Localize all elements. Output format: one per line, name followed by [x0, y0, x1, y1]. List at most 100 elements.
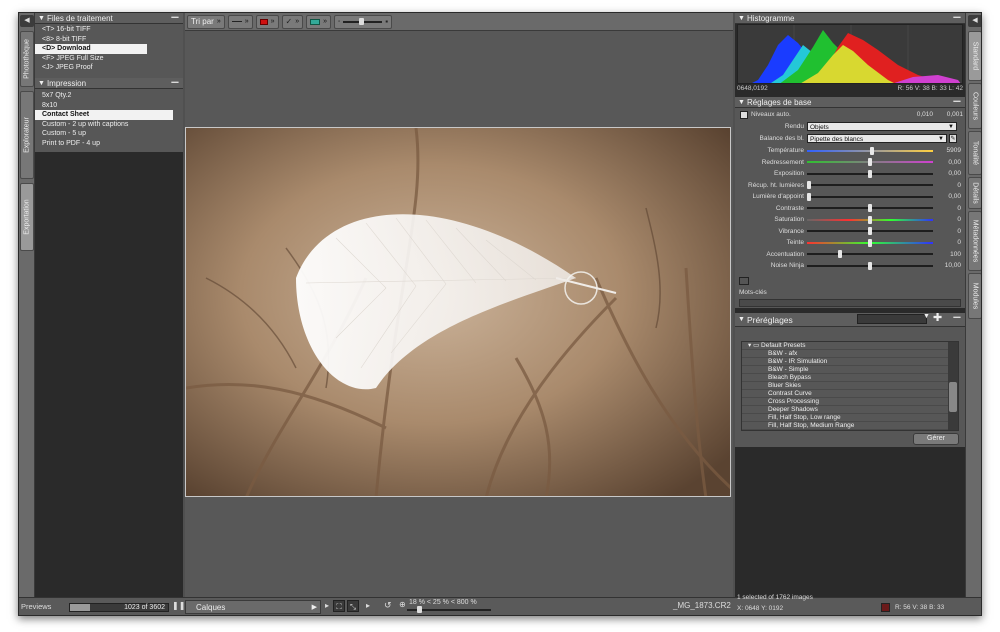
- thumb-slider-knob[interactable]: [358, 17, 364, 25]
- photo-feather[interactable]: [185, 127, 731, 497]
- film-progress-bar[interactable]: 1023 of 3602: [69, 603, 169, 612]
- tab-explorateur[interactable]: Explorateur: [20, 91, 34, 179]
- preset-item[interactable]: Cross Processing: [742, 398, 958, 406]
- print-item[interactable]: 8x10: [35, 101, 183, 111]
- slider-knob[interactable]: [868, 169, 872, 178]
- print-item[interactable]: Custom - 2 up with captions: [35, 120, 183, 130]
- slider-knob[interactable]: [837, 250, 842, 259]
- tab-phototheque[interactable]: Photothèque: [20, 31, 34, 87]
- rating-filter-button[interactable]: »: [227, 14, 253, 29]
- panel-close-icon[interactable]: ━╸: [953, 97, 963, 106]
- slider-knob[interactable]: [807, 192, 811, 201]
- keywords-field[interactable]: [739, 299, 961, 307]
- queue-item[interactable]: <F> JPEG Full Size: [35, 54, 183, 64]
- queue-item[interactable]: <T> 16-bit TIFF: [35, 25, 183, 35]
- zoom-slider[interactable]: [407, 606, 491, 613]
- tab-details[interactable]: Détails: [968, 177, 981, 209]
- panel-close-icon[interactable]: ━╸: [953, 313, 963, 322]
- add-preset-icon[interactable]: ✚: [933, 311, 942, 324]
- rotate-icon[interactable]: ↺: [384, 600, 392, 611]
- slider-track[interactable]: [807, 215, 933, 224]
- render-select[interactable]: Objets ▼: [807, 122, 957, 132]
- compare-icon[interactable]: ⤡: [347, 600, 359, 612]
- tab-tonalite[interactable]: Tonalité: [968, 131, 981, 175]
- print-header[interactable]: ▼ Impression ━╸: [35, 78, 183, 89]
- presets-search-field[interactable]: [857, 314, 927, 324]
- slider-track[interactable]: [807, 146, 933, 155]
- tab-standard[interactable]: Standard: [968, 31, 981, 81]
- panel-close-icon[interactable]: ━╸: [171, 78, 181, 87]
- preset-item[interactable]: B&W - IR Simulation: [742, 358, 958, 366]
- auto-levels-checkbox[interactable]: [740, 110, 748, 119]
- slider-knob[interactable]: [868, 261, 872, 270]
- view-mode-button[interactable]: »: [306, 14, 332, 29]
- layers-button[interactable]: Calques ▶: [185, 600, 321, 614]
- slider-track[interactable]: [807, 158, 933, 167]
- queue-item[interactable]: <D> Download: [35, 44, 147, 54]
- collapse-right-icon[interactable]: ◀: [968, 15, 981, 27]
- preset-item[interactable]: Bleach Bypass: [742, 374, 958, 382]
- tab-metadonnees[interactable]: Métadonnées: [968, 211, 981, 271]
- slider-knob[interactable]: [868, 215, 872, 224]
- presets-scrollbar-thumb[interactable]: [949, 382, 957, 412]
- basic-adjustments-header[interactable]: ▼ Réglages de base ━╸: [735, 97, 965, 108]
- slider-knob[interactable]: [868, 227, 872, 236]
- slider-row: Température 5909: [737, 145, 963, 157]
- queue-item[interactable]: <J> JPEG Proof: [35, 63, 183, 73]
- preset-item[interactable]: Deeper Shadows: [742, 406, 958, 414]
- thumbnail-size-slider[interactable]: ▫ ▪: [334, 14, 393, 29]
- menu-arrow-icon[interactable]: ▸: [366, 601, 370, 610]
- slider-track[interactable]: [807, 227, 933, 236]
- preset-item[interactable]: Fill, Half Stop, Low range: [742, 414, 958, 422]
- presets-scrollbar[interactable]: [948, 342, 958, 430]
- pause-icon[interactable]: ❚❚: [172, 601, 185, 610]
- slider-track[interactable]: [807, 181, 933, 190]
- chevron-right-icon: »: [216, 18, 221, 25]
- queue-item[interactable]: <8> 8-bit TIFF: [35, 35, 183, 45]
- slider-knob[interactable]: [870, 146, 875, 155]
- collapse-left-icon[interactable]: ◀: [20, 15, 34, 27]
- tag-filter-button[interactable]: ✓ »: [281, 14, 304, 29]
- zoom-slider-knob[interactable]: [417, 606, 422, 613]
- slider-knob[interactable]: [868, 238, 872, 247]
- print-item[interactable]: Custom - 5 up: [35, 129, 183, 139]
- preset-item[interactable]: Fill, Half Stop, Medium Range: [742, 422, 958, 430]
- slider-track[interactable]: [807, 204, 933, 213]
- color-label-filter-button[interactable]: »: [255, 14, 279, 29]
- slider-knob[interactable]: [868, 204, 872, 213]
- slider-track[interactable]: [807, 169, 933, 178]
- tab-modules[interactable]: Modules: [968, 273, 981, 319]
- fit-screen-icon[interactable]: ⛶: [333, 600, 345, 612]
- sort-button[interactable]: Tri par »: [187, 14, 225, 29]
- slider-track[interactable]: [807, 261, 933, 270]
- white-balance-select[interactable]: Pipette des blancs ▼: [807, 134, 947, 144]
- panel-close-icon[interactable]: ━╸: [171, 13, 181, 22]
- presets-list[interactable]: ▾ ▭ Default Presets B&W - afx B&W - IR Si…: [741, 341, 959, 431]
- image-viewer[interactable]: [185, 31, 733, 597]
- eyedropper-icon[interactable]: ✎: [949, 134, 957, 144]
- processing-queue-header[interactable]: ▼ Files de traitement ━╸: [35, 13, 183, 24]
- preset-item[interactable]: B&W - afx: [742, 350, 958, 358]
- preset-root[interactable]: ▾ ▭ Default Presets: [742, 342, 958, 350]
- slider-track[interactable]: [807, 238, 933, 247]
- noise-ninja-checkbox[interactable]: [739, 277, 749, 285]
- preset-item[interactable]: Bluer Skies: [742, 382, 958, 390]
- slider-knob[interactable]: [868, 158, 872, 167]
- tab-exportation[interactable]: Exportation: [20, 183, 34, 251]
- menu-arrow-icon[interactable]: ▸: [325, 601, 329, 610]
- preset-item[interactable]: B&W - Simple: [742, 366, 958, 374]
- manage-presets-button[interactable]: Gérer: [913, 433, 959, 445]
- slider-track[interactable]: [807, 192, 933, 201]
- print-item[interactable]: 5x7 Qty.2: [35, 91, 183, 101]
- slider-knob[interactable]: [807, 181, 811, 190]
- render-row: Rendu Objets ▼: [737, 121, 963, 133]
- preset-item[interactable]: Contrast Curve: [742, 390, 958, 398]
- print-item[interactable]: Print to PDF - 4 up: [35, 139, 183, 149]
- dropdown-arrow-icon[interactable]: ▼: [923, 313, 930, 320]
- presets-header[interactable]: ▼ Préréglages ▼ ✚ ━╸: [735, 311, 965, 327]
- slider-track[interactable]: [807, 250, 933, 259]
- print-item[interactable]: Contact Sheet: [35, 110, 173, 120]
- histogram-header[interactable]: ▼ Histogramme ━╸: [735, 13, 965, 24]
- panel-close-icon[interactable]: ━╸: [953, 13, 963, 22]
- tab-couleurs[interactable]: Couleurs: [968, 83, 981, 129]
